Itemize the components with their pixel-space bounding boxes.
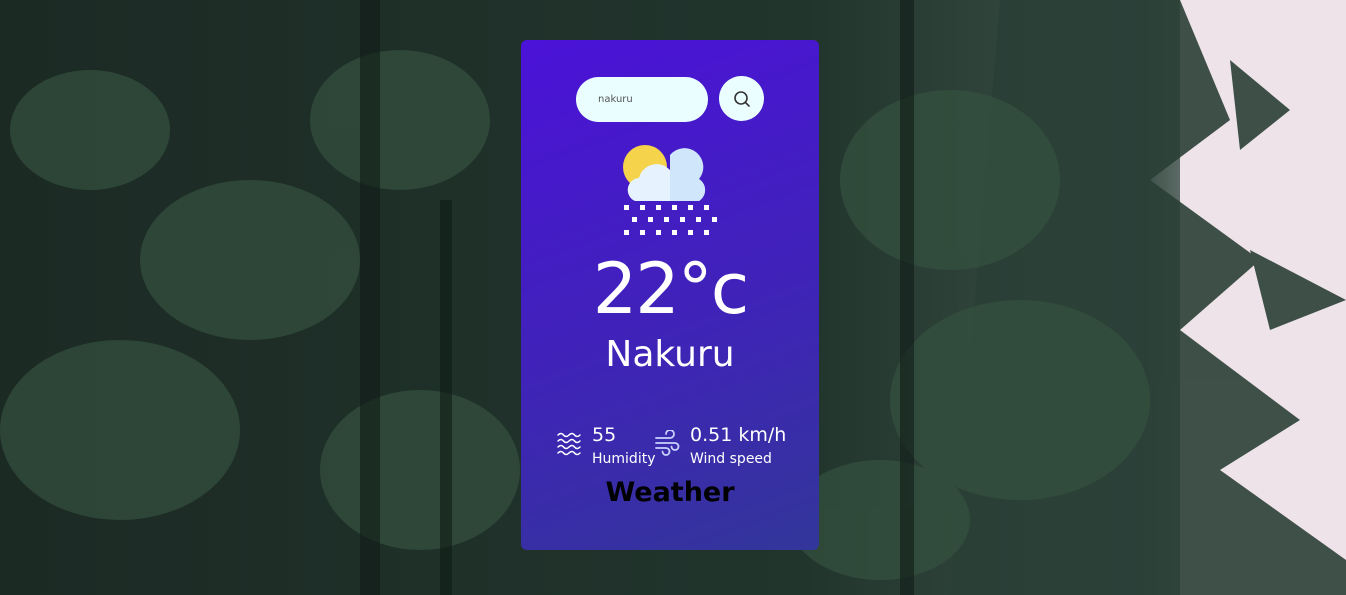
temperature: 22°c [592, 248, 750, 330]
wind-detail: 0.51 km/h Wind speed [654, 424, 786, 468]
wind-value: 0.51 km/h [690, 424, 787, 446]
humidity-label: Humidity [592, 451, 656, 467]
search-button[interactable] [719, 76, 764, 121]
wind-label: Wind speed [690, 451, 772, 467]
wind-icon [655, 430, 680, 456]
weather-card: 22°c Nakuru 55 Humidity 0.51 km/h Win [521, 40, 819, 550]
search-input[interactable] [576, 77, 708, 122]
sun-cloud-snow-icon [623, 145, 717, 235]
humidity-waves-icon [557, 432, 581, 456]
city-name: Nakuru [605, 334, 735, 375]
humidity-detail: 55 Humidity [556, 424, 655, 468]
search-icon [733, 90, 750, 107]
humidity-value: 55 [592, 424, 617, 446]
app-title: Weather [605, 477, 735, 508]
